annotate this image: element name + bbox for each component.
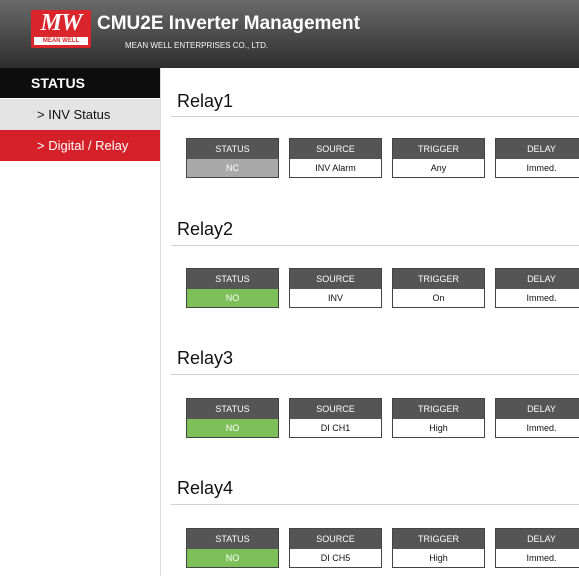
relay-status-cell: STATUS NO: [186, 268, 279, 308]
relay-title: Relay2: [177, 219, 234, 239]
relay-status-value: NO: [187, 289, 278, 307]
relay-source-value: INV Alarm: [315, 163, 356, 173]
relay-source-cell: SOURCE INV Alarm: [289, 138, 382, 178]
column-header-delay: DELAY: [496, 139, 579, 159]
relay-trigger-value: High: [429, 423, 448, 433]
sidebar: STATUS > INV Status > Digital / Relay: [0, 68, 161, 576]
column-header-status: STATUS: [187, 529, 278, 549]
column-header-trigger: TRIGGER: [393, 529, 484, 549]
relay-divider: [171, 245, 579, 246]
relay-source-value: INV: [327, 293, 343, 303]
relay-trigger-value: On: [432, 293, 445, 303]
relay-trigger-cell: TRIGGER High: [392, 398, 485, 438]
relay-title: Relay1: [177, 91, 234, 111]
relay-trigger-value: High: [429, 553, 448, 563]
relay-trigger-value: Any: [430, 163, 447, 173]
relay-delay-value: Immed.: [526, 553, 557, 563]
relay-title: Relay4: [177, 478, 234, 498]
sidebar-item-digital-relay[interactable]: > Digital / Relay: [0, 130, 160, 161]
company-name: MEAN WELL ENTERPRISES CO., LTD.: [125, 41, 269, 50]
column-header-source: SOURCE: [290, 529, 381, 549]
column-header-trigger: TRIGGER: [393, 269, 484, 289]
relay-delay-cell: DELAY Immed.: [495, 138, 579, 178]
column-header-status: STATUS: [187, 139, 278, 159]
mean-well-logo: MW MEAN WELL: [31, 10, 91, 48]
relay-delay-value: Immed.: [526, 423, 557, 433]
relay-delay-cell: DELAY Immed.: [495, 398, 579, 438]
column-header-delay: DELAY: [496, 269, 579, 289]
relay-trigger-cell: TRIGGER Any: [392, 138, 485, 178]
relay-source-cell: SOURCE INV: [289, 268, 382, 308]
relay-status-cell: STATUS NO: [186, 398, 279, 438]
relay-source-value: DI CH5: [320, 553, 351, 563]
relay-delay-cell: DELAY Immed.: [495, 268, 579, 308]
relay-delay-cell: DELAY Immed.: [495, 528, 579, 568]
column-header-trigger: TRIGGER: [393, 399, 484, 419]
column-header-source: SOURCE: [290, 269, 381, 289]
column-header-status: STATUS: [187, 399, 278, 419]
relay-source-cell: SOURCE DI CH1: [289, 398, 382, 438]
relay-divider: [171, 116, 579, 117]
logo-brand-text: MEAN WELL: [34, 37, 88, 45]
relay-status-cell: STATUS NC: [186, 138, 279, 178]
relay-status-value: NO: [187, 549, 278, 567]
relay-delay-value: Immed.: [526, 163, 557, 173]
relay-source-cell: SOURCE DI CH5: [289, 528, 382, 568]
app-title: CMU2E Inverter Management: [97, 13, 360, 34]
column-header-delay: DELAY: [496, 529, 579, 549]
relay-divider: [171, 374, 579, 375]
relay-trigger-cell: TRIGGER High: [392, 528, 485, 568]
logo-mark: MW: [40, 10, 83, 36]
relay-source-value: DI CH1: [320, 423, 351, 433]
column-header-trigger: TRIGGER: [393, 139, 484, 159]
relay-title: Relay3: [177, 348, 234, 368]
column-header-source: SOURCE: [290, 399, 381, 419]
relay-status-value: NO: [187, 419, 278, 437]
relay-status-value: NC: [187, 159, 278, 177]
column-header-status: STATUS: [187, 269, 278, 289]
relay-trigger-cell: TRIGGER On: [392, 268, 485, 308]
relay-status-cell: STATUS NO: [186, 528, 279, 568]
app-header: MW MEAN WELL CMU2E Inverter Management M…: [0, 0, 579, 68]
sidebar-item-inv-status[interactable]: > INV Status: [0, 99, 160, 130]
column-header-delay: DELAY: [496, 399, 579, 419]
relay-delay-value: Immed.: [526, 293, 557, 303]
sidebar-heading-status: STATUS: [0, 68, 160, 98]
relay-divider: [171, 504, 579, 505]
column-header-source: SOURCE: [290, 139, 381, 159]
